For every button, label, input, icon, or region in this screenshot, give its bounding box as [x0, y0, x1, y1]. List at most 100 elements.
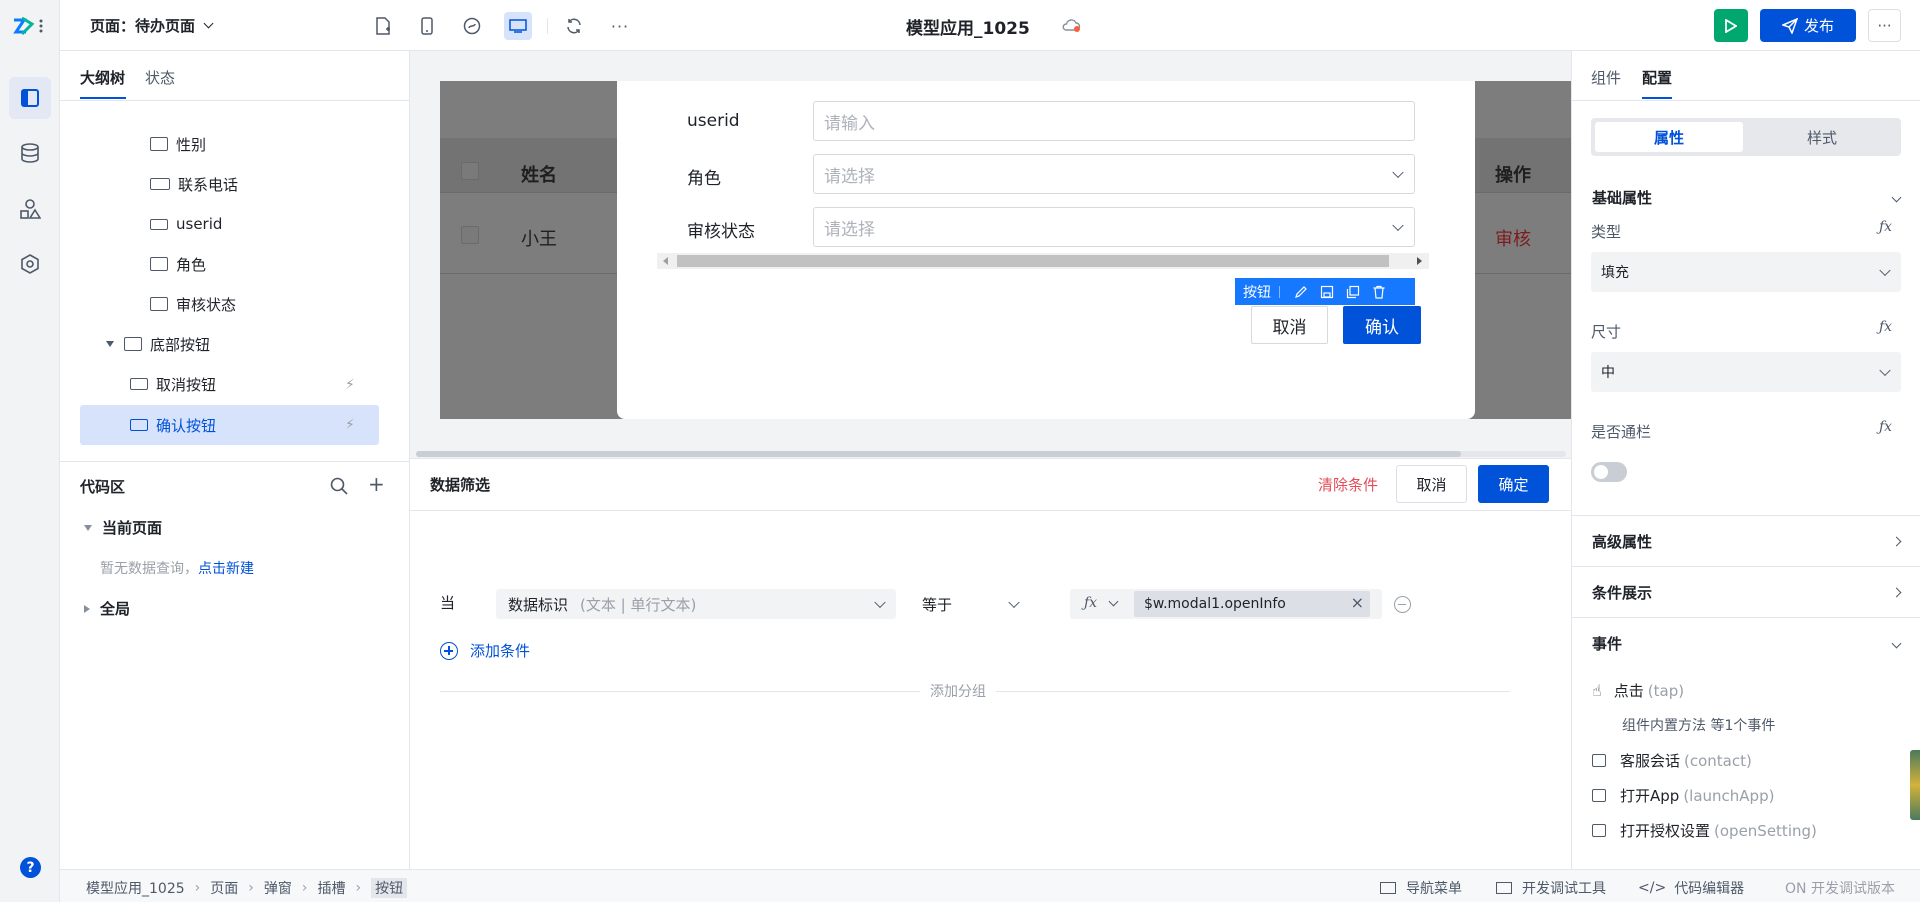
- row-audit-link[interactable]: 审核: [1495, 225, 1531, 251]
- breadcrumb-item[interactable]: 模型应用_1025: [86, 878, 185, 898]
- edit-icon[interactable]: [1294, 285, 1308, 299]
- banner-toggle[interactable]: [1591, 462, 1627, 482]
- code-editor-button[interactable]: </> 代码编辑器: [1638, 878, 1744, 898]
- refresh-icon[interactable]: [560, 12, 588, 40]
- canvas-scrollbar-thumb[interactable]: [416, 451, 1461, 457]
- left-panel: 大纲树 状态 性别 联系电话 userid 角色 审核状态 底部按钮 取消按钮 …: [60, 51, 410, 869]
- tree-item-footer-buttons[interactable]: 底部按钮: [106, 324, 210, 364]
- field-select[interactable]: 数据标识 (文本 | 单行文本): [496, 589, 896, 619]
- filter-cancel-button[interactable]: 取消: [1396, 465, 1467, 503]
- copy-icon[interactable]: [1346, 285, 1360, 299]
- code-global[interactable]: 全局: [84, 598, 130, 619]
- breadcrumb-item[interactable]: 页面: [210, 878, 238, 898]
- publish-button[interactable]: 发布: [1760, 9, 1856, 42]
- tree-item-confirm-button[interactable]: 确认按钮: [130, 405, 216, 445]
- outline-panel-icon[interactable]: [9, 77, 51, 119]
- fx-icon[interactable]: ƒx: [1879, 319, 1892, 335]
- chevron-down-icon[interactable]: [1108, 596, 1119, 607]
- more-icon[interactable]: ···: [606, 12, 634, 40]
- events-title: 事件: [1592, 635, 1623, 653]
- value-expression-field[interactable]: ƒx $w.modal1.openInfo ×: [1070, 589, 1382, 619]
- help-icon[interactable]: ?: [20, 857, 41, 878]
- scroll-left-icon[interactable]: [663, 257, 668, 265]
- tree-item-userid[interactable]: userid: [150, 204, 222, 244]
- role-select[interactable]: 请选择: [813, 154, 1415, 194]
- breadcrumb-item-current[interactable]: 按钮: [371, 878, 408, 898]
- filter-ok-button[interactable]: 确定: [1478, 465, 1549, 503]
- event-detail[interactable]: 组件内置方法 等1个事件: [1622, 715, 1775, 735]
- create-query-link[interactable]: 点击新建: [198, 558, 254, 578]
- type-select[interactable]: 填充: [1591, 252, 1901, 292]
- clear-conditions-link[interactable]: 清除条件: [1318, 474, 1378, 495]
- container-icon: [124, 337, 142, 351]
- advanced-properties-header[interactable]: 高级属性: [1592, 531, 1902, 552]
- basic-properties-header[interactable]: 基础属性: [1592, 187, 1902, 208]
- tab-outline[interactable]: 大纲树: [80, 67, 125, 88]
- tree-item-gender[interactable]: 性别: [150, 124, 206, 164]
- filter-header-divider: [410, 510, 1571, 511]
- tab-state[interactable]: 状态: [145, 67, 175, 88]
- add-page-icon[interactable]: [369, 12, 397, 40]
- userid-input[interactable]: 请输入: [813, 101, 1415, 141]
- pc-view-icon[interactable]: [504, 12, 532, 40]
- tree-item-audit-status[interactable]: 审核状态: [150, 284, 236, 324]
- components-icon[interactable]: [9, 188, 51, 230]
- side-widget[interactable]: [1910, 750, 1920, 820]
- app-logo-icon[interactable]: [10, 14, 48, 38]
- search-icon[interactable]: [330, 477, 348, 495]
- canvas-scrollbar[interactable]: [416, 451, 1566, 457]
- empty-query-hint: 暂无数据查询， 点击新建: [100, 558, 254, 578]
- add-icon[interactable]: +: [368, 472, 385, 496]
- scrollbar-thumb[interactable]: [677, 255, 1389, 267]
- fx-icon[interactable]: ƒx: [1084, 595, 1097, 611]
- horizontal-scrollbar[interactable]: [657, 253, 1429, 269]
- scroll-right-icon[interactable]: [1417, 257, 1422, 265]
- event-code: (launchApp): [1683, 786, 1775, 805]
- remove-condition-icon[interactable]: [1394, 596, 1411, 613]
- page-selector[interactable]: 页面：待办页面: [90, 15, 214, 36]
- close-icon[interactable]: ×: [1351, 593, 1364, 612]
- event-launch-app[interactable]: 打开App (launchApp): [1592, 785, 1774, 806]
- row-checkbox[interactable]: [461, 226, 479, 244]
- settings-icon[interactable]: [9, 243, 51, 285]
- event-tap[interactable]: ☝ 点击 (tap): [1592, 680, 1684, 701]
- modal-cancel-button[interactable]: 取消: [1251, 306, 1328, 344]
- tab-components[interactable]: 组件: [1591, 67, 1621, 88]
- tree-item-phone[interactable]: 联系电话: [150, 164, 238, 204]
- event-contact[interactable]: 客服会话 (contact): [1592, 750, 1752, 771]
- header-checkbox[interactable]: [461, 162, 479, 180]
- event-bolt-icon[interactable]: ⚡: [345, 377, 355, 393]
- events-header[interactable]: 事件: [1592, 633, 1902, 654]
- operator-select[interactable]: 等于: [910, 589, 1030, 619]
- segment-styles[interactable]: 样式: [1747, 122, 1897, 152]
- field-name: 数据标识: [508, 595, 569, 614]
- size-select[interactable]: 中: [1591, 352, 1901, 392]
- database-icon[interactable]: [9, 132, 51, 174]
- breadcrumb-item[interactable]: 弹窗: [264, 878, 292, 898]
- nav-menu-button[interactable]: 导航菜单: [1380, 878, 1462, 898]
- segment-properties[interactable]: 属性: [1595, 122, 1743, 152]
- mobile-view-icon[interactable]: [413, 12, 441, 40]
- fx-icon[interactable]: ƒx: [1879, 219, 1892, 235]
- modal-confirm-button[interactable]: 确认: [1343, 306, 1421, 344]
- event-open-setting[interactable]: 打开授权设置 (openSetting): [1592, 820, 1817, 841]
- mini-program-icon[interactable]: [458, 12, 486, 40]
- condition-display-header[interactable]: 条件展示: [1592, 582, 1902, 603]
- save-icon[interactable]: [1320, 285, 1334, 299]
- breadcrumb-item[interactable]: 插槽: [317, 878, 345, 898]
- selected-component-toolbar: 按钮: [1235, 278, 1415, 305]
- code-current-page[interactable]: 当前页面: [84, 517, 162, 538]
- tree-item-role[interactable]: 角色: [150, 244, 206, 284]
- event-bolt-icon[interactable]: ⚡: [345, 417, 355, 433]
- delete-icon[interactable]: [1372, 285, 1386, 299]
- add-condition-button[interactable]: 添加条件: [440, 640, 530, 661]
- run-preview-button[interactable]: [1714, 9, 1748, 42]
- tree-item-cancel-button[interactable]: 取消按钮: [130, 364, 216, 404]
- audit-status-select[interactable]: 请选择: [813, 207, 1415, 247]
- tab-config[interactable]: 配置: [1642, 67, 1672, 88]
- dev-version-button[interactable]: ON 开发调试版本: [1785, 878, 1895, 898]
- fx-icon[interactable]: ƒx: [1879, 419, 1892, 435]
- add-group-button[interactable]: 添加分组: [920, 681, 996, 701]
- dev-tools-button[interactable]: 开发调试工具: [1496, 878, 1606, 898]
- more-actions-button[interactable]: ···: [1868, 9, 1901, 42]
